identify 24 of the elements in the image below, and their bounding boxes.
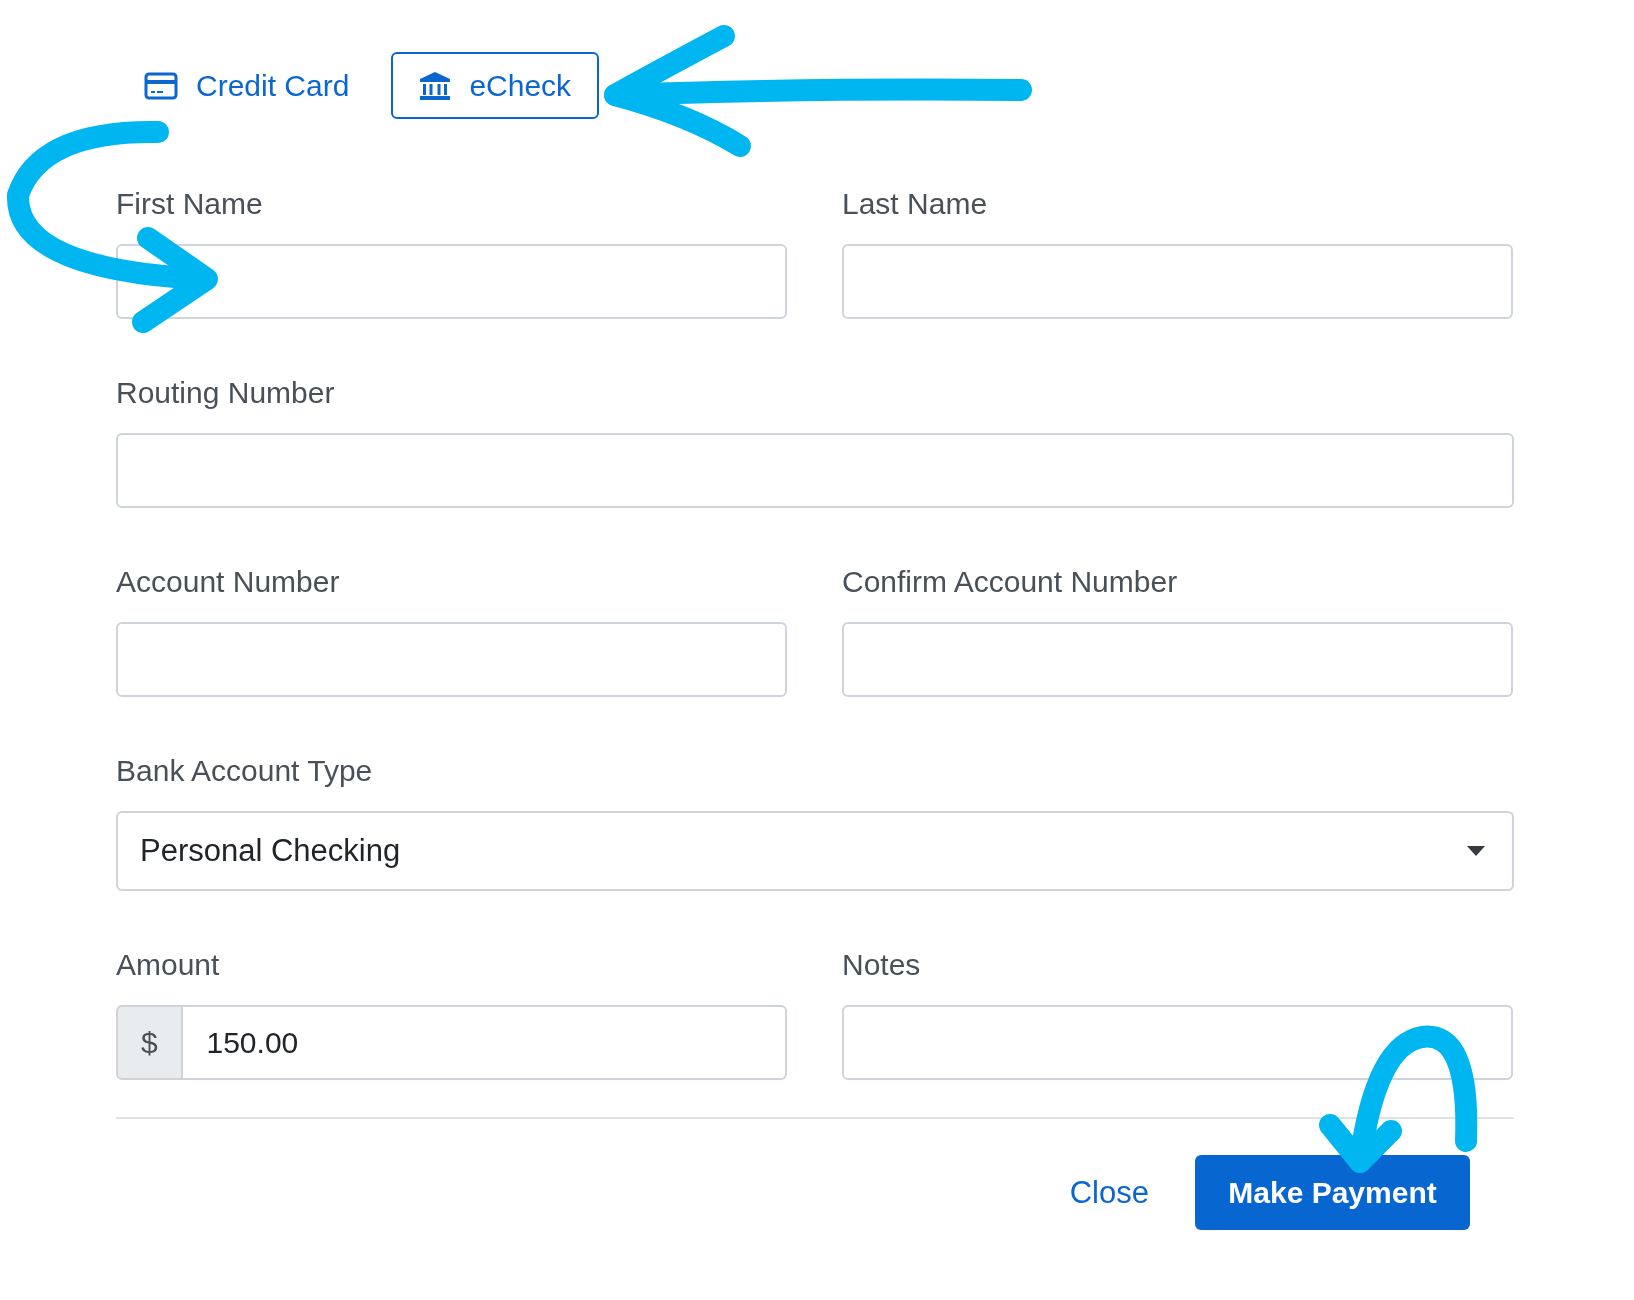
input-field[interactable] [116,622,787,697]
credit-card-icon [144,71,178,100]
field-label: Bank Account Type [116,753,373,789]
field-label: Last Name [842,186,988,222]
input-field[interactable] [116,433,1514,508]
payment-tab[interactable]: Credit Card [116,52,378,119]
input-field[interactable] [842,1005,1513,1080]
dropdown-field[interactable]: Personal Checking [116,811,1514,891]
input-field[interactable] [842,622,1513,697]
close-link[interactable]: Close [1069,1174,1149,1211]
caret-icon [1466,845,1486,857]
field-label: Amount [116,947,220,983]
field-label: First Name [116,186,263,222]
amount-field[interactable]: 150.00 [182,1005,787,1080]
field-label: Confirm Account Number [842,564,1178,600]
bank-icon [419,70,452,101]
input-field[interactable] [116,244,787,319]
input-field[interactable] [842,244,1513,319]
payment-tab[interactable]: eCheck [391,52,600,119]
field-label: Routing Number [116,375,335,411]
field-label: Account Number [116,564,340,600]
currency-prefix: $ [116,1005,183,1080]
make-payment-button[interactable]: Make Payment [1195,1155,1470,1230]
field-label: Notes [842,947,921,983]
